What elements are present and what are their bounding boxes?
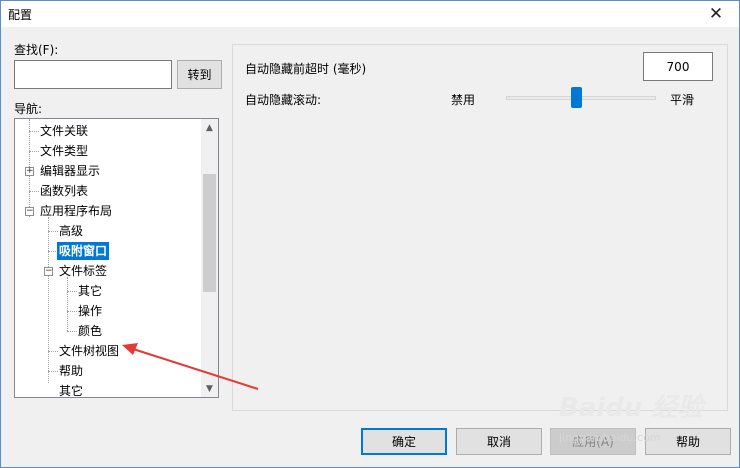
tree-item-other[interactable]: 其它	[57, 382, 85, 397]
goto-button[interactable]: 转到	[177, 60, 222, 89]
window-title: 配置	[8, 8, 33, 22]
tree-item-docking-windows[interactable]: 吸附窗口	[57, 242, 110, 260]
cancel-button[interactable]: 取消	[456, 428, 542, 455]
tree-item-help[interactable]: 帮助	[57, 362, 85, 380]
tree-line	[48, 217, 49, 383]
tree-item-tabs-other[interactable]: 其它	[76, 282, 104, 300]
search-input[interactable]	[14, 60, 172, 89]
slider-thumb[interactable]	[571, 87, 582, 108]
tree-item-function-list[interactable]: 函数列表	[38, 182, 90, 200]
collapse-icon[interactable]: −	[25, 207, 34, 216]
slider-max-label: 平滑	[670, 93, 695, 107]
help-button[interactable]: 帮助	[645, 428, 731, 455]
scroll-up-icon[interactable]: ▲	[201, 119, 218, 136]
tree-item-file-types[interactable]: 文件类型	[38, 142, 90, 160]
expand-icon[interactable]: +	[25, 167, 34, 176]
tree-item-tabs-actions[interactable]: 操作	[76, 302, 104, 320]
autohide-scroll-label: 自动隐藏滚动:	[245, 93, 322, 107]
tree-item-app-layout[interactable]: 应用程序布局	[38, 202, 114, 220]
annotation-arrow-icon	[122, 343, 259, 390]
config-dialog: 配置 ✕ 查找(F): 转到 导航: + − − 文件关联 文件类型 编辑器显示…	[0, 0, 740, 468]
slider-min-label: 禁用	[451, 93, 476, 107]
collapse-icon[interactable]: −	[44, 267, 53, 276]
close-icon: ✕	[708, 4, 724, 24]
tree-item-editor-display[interactable]: 编辑器显示	[38, 162, 102, 180]
tree-item-advanced[interactable]: 高级	[57, 222, 85, 240]
nav-label: 导航:	[14, 102, 43, 116]
tree-item-file-tree-view[interactable]: 文件树视图	[57, 342, 121, 360]
apply-button[interactable]: 应用(A)	[550, 428, 636, 455]
ok-button[interactable]: 确定	[361, 428, 447, 455]
scroll-thumb[interactable]	[203, 174, 216, 292]
timeout-label: 自动隐藏前超时 (毫秒)	[245, 62, 367, 76]
search-label: 查找(F):	[14, 43, 59, 57]
timeout-input[interactable]: 700	[643, 52, 713, 81]
tree-line	[67, 277, 68, 331]
tree-item-tabs-colors[interactable]: 颜色	[76, 322, 104, 340]
tree-item-file-tabs[interactable]: 文件标签	[57, 262, 109, 280]
close-button[interactable]: ✕	[693, 1, 739, 27]
tree-item-file-association[interactable]: 文件关联	[38, 122, 90, 140]
title-bar: 配置 ✕	[1, 1, 739, 27]
